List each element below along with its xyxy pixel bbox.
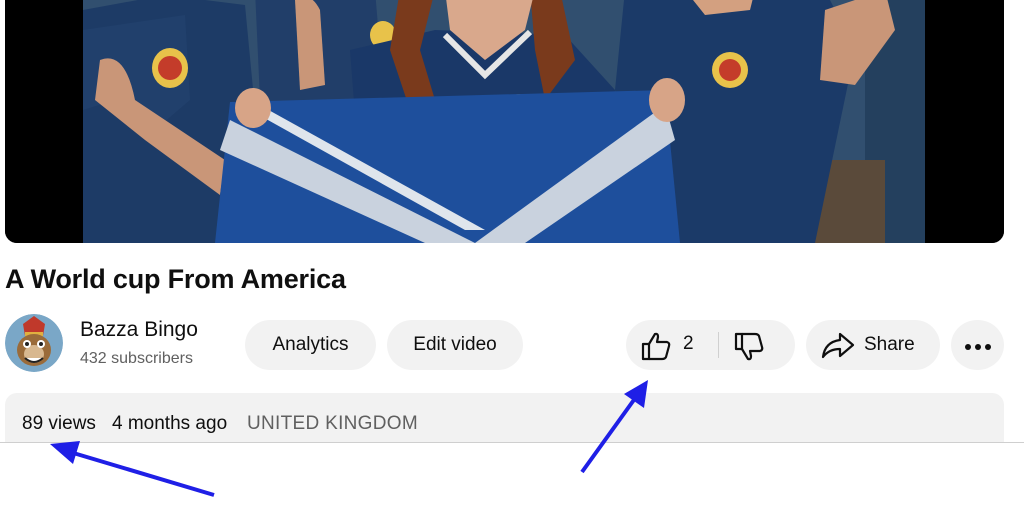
dislike-button[interactable] (719, 320, 795, 370)
video-location[interactable]: UNITED KINGDOM (247, 413, 418, 435)
thumbs-up-icon (641, 332, 671, 361)
subscriber-count: 432 subscribers (80, 350, 193, 367)
edit-video-button[interactable]: Edit video (387, 320, 523, 370)
channel-name[interactable]: Bazza Bingo (80, 318, 198, 342)
lower-blank-area (0, 443, 1024, 523)
more-icon (963, 334, 993, 356)
share-icon (821, 332, 855, 359)
view-count: 89 views (22, 413, 96, 434)
upload-age: 4 months ago (112, 413, 228, 434)
thumbs-down-icon (734, 332, 764, 361)
share-label: Share (864, 334, 915, 355)
more-actions-button[interactable] (951, 320, 1004, 370)
channel-avatar[interactable] (5, 314, 63, 372)
share-button[interactable]: Share (806, 320, 940, 370)
analytics-button[interactable]: Analytics (245, 320, 376, 370)
like-button[interactable]: 2 (626, 320, 718, 370)
like-dislike-group: 2 (626, 320, 795, 370)
video-player[interactable] (5, 0, 1004, 243)
like-count: 2 (683, 333, 694, 354)
video-title: A World cup From America (5, 264, 346, 294)
video-thumbnail (5, 0, 1004, 243)
